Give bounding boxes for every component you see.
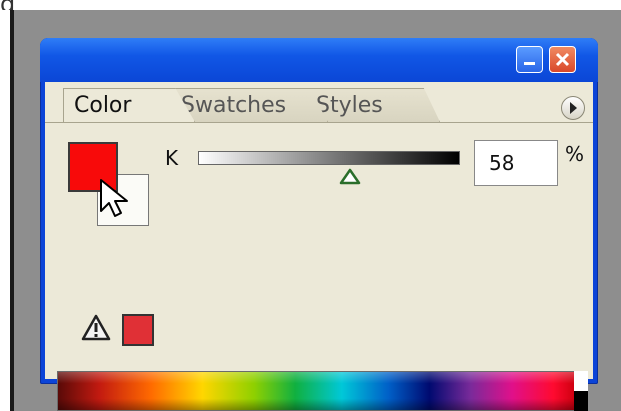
tab-styles[interactable]: Styles [305, 88, 440, 122]
color-ramp-black[interactable] [574, 391, 588, 411]
color-ramp-white[interactable] [574, 371, 588, 391]
color-panel-window: Styles Swatches Color K 58 % [40, 38, 598, 411]
pointer-cursor-icon [100, 179, 128, 217]
k-value-input[interactable]: 58 [474, 140, 558, 186]
k-slider-thumb-icon[interactable] [339, 168, 361, 186]
tab-swatches[interactable]: Swatches [170, 88, 328, 122]
tab-divider [45, 122, 593, 123]
k-channel-label: K [165, 146, 179, 170]
out-of-gamut-swatch[interactable] [122, 314, 154, 346]
background-strip-top: g [0, 0, 621, 10]
close-icon[interactable] [549, 46, 576, 73]
minimize-icon[interactable] [516, 46, 543, 73]
panel-menu-icon[interactable] [561, 96, 585, 120]
k-slider-track[interactable] [198, 151, 460, 165]
background-divider [10, 10, 14, 411]
color-ramp[interactable] [57, 371, 575, 411]
gamut-warning-icon[interactable] [80, 313, 112, 343]
tab-color[interactable]: Color [63, 88, 195, 122]
background-strip-left [0, 10, 10, 411]
panel-body: Styles Swatches Color K 58 % [45, 82, 593, 411]
k-percent-unit: % [565, 142, 585, 166]
tab-strip: Styles Swatches Color [45, 82, 593, 124]
title-bar[interactable] [40, 38, 598, 82]
background-glyph: g [0, 0, 15, 10]
